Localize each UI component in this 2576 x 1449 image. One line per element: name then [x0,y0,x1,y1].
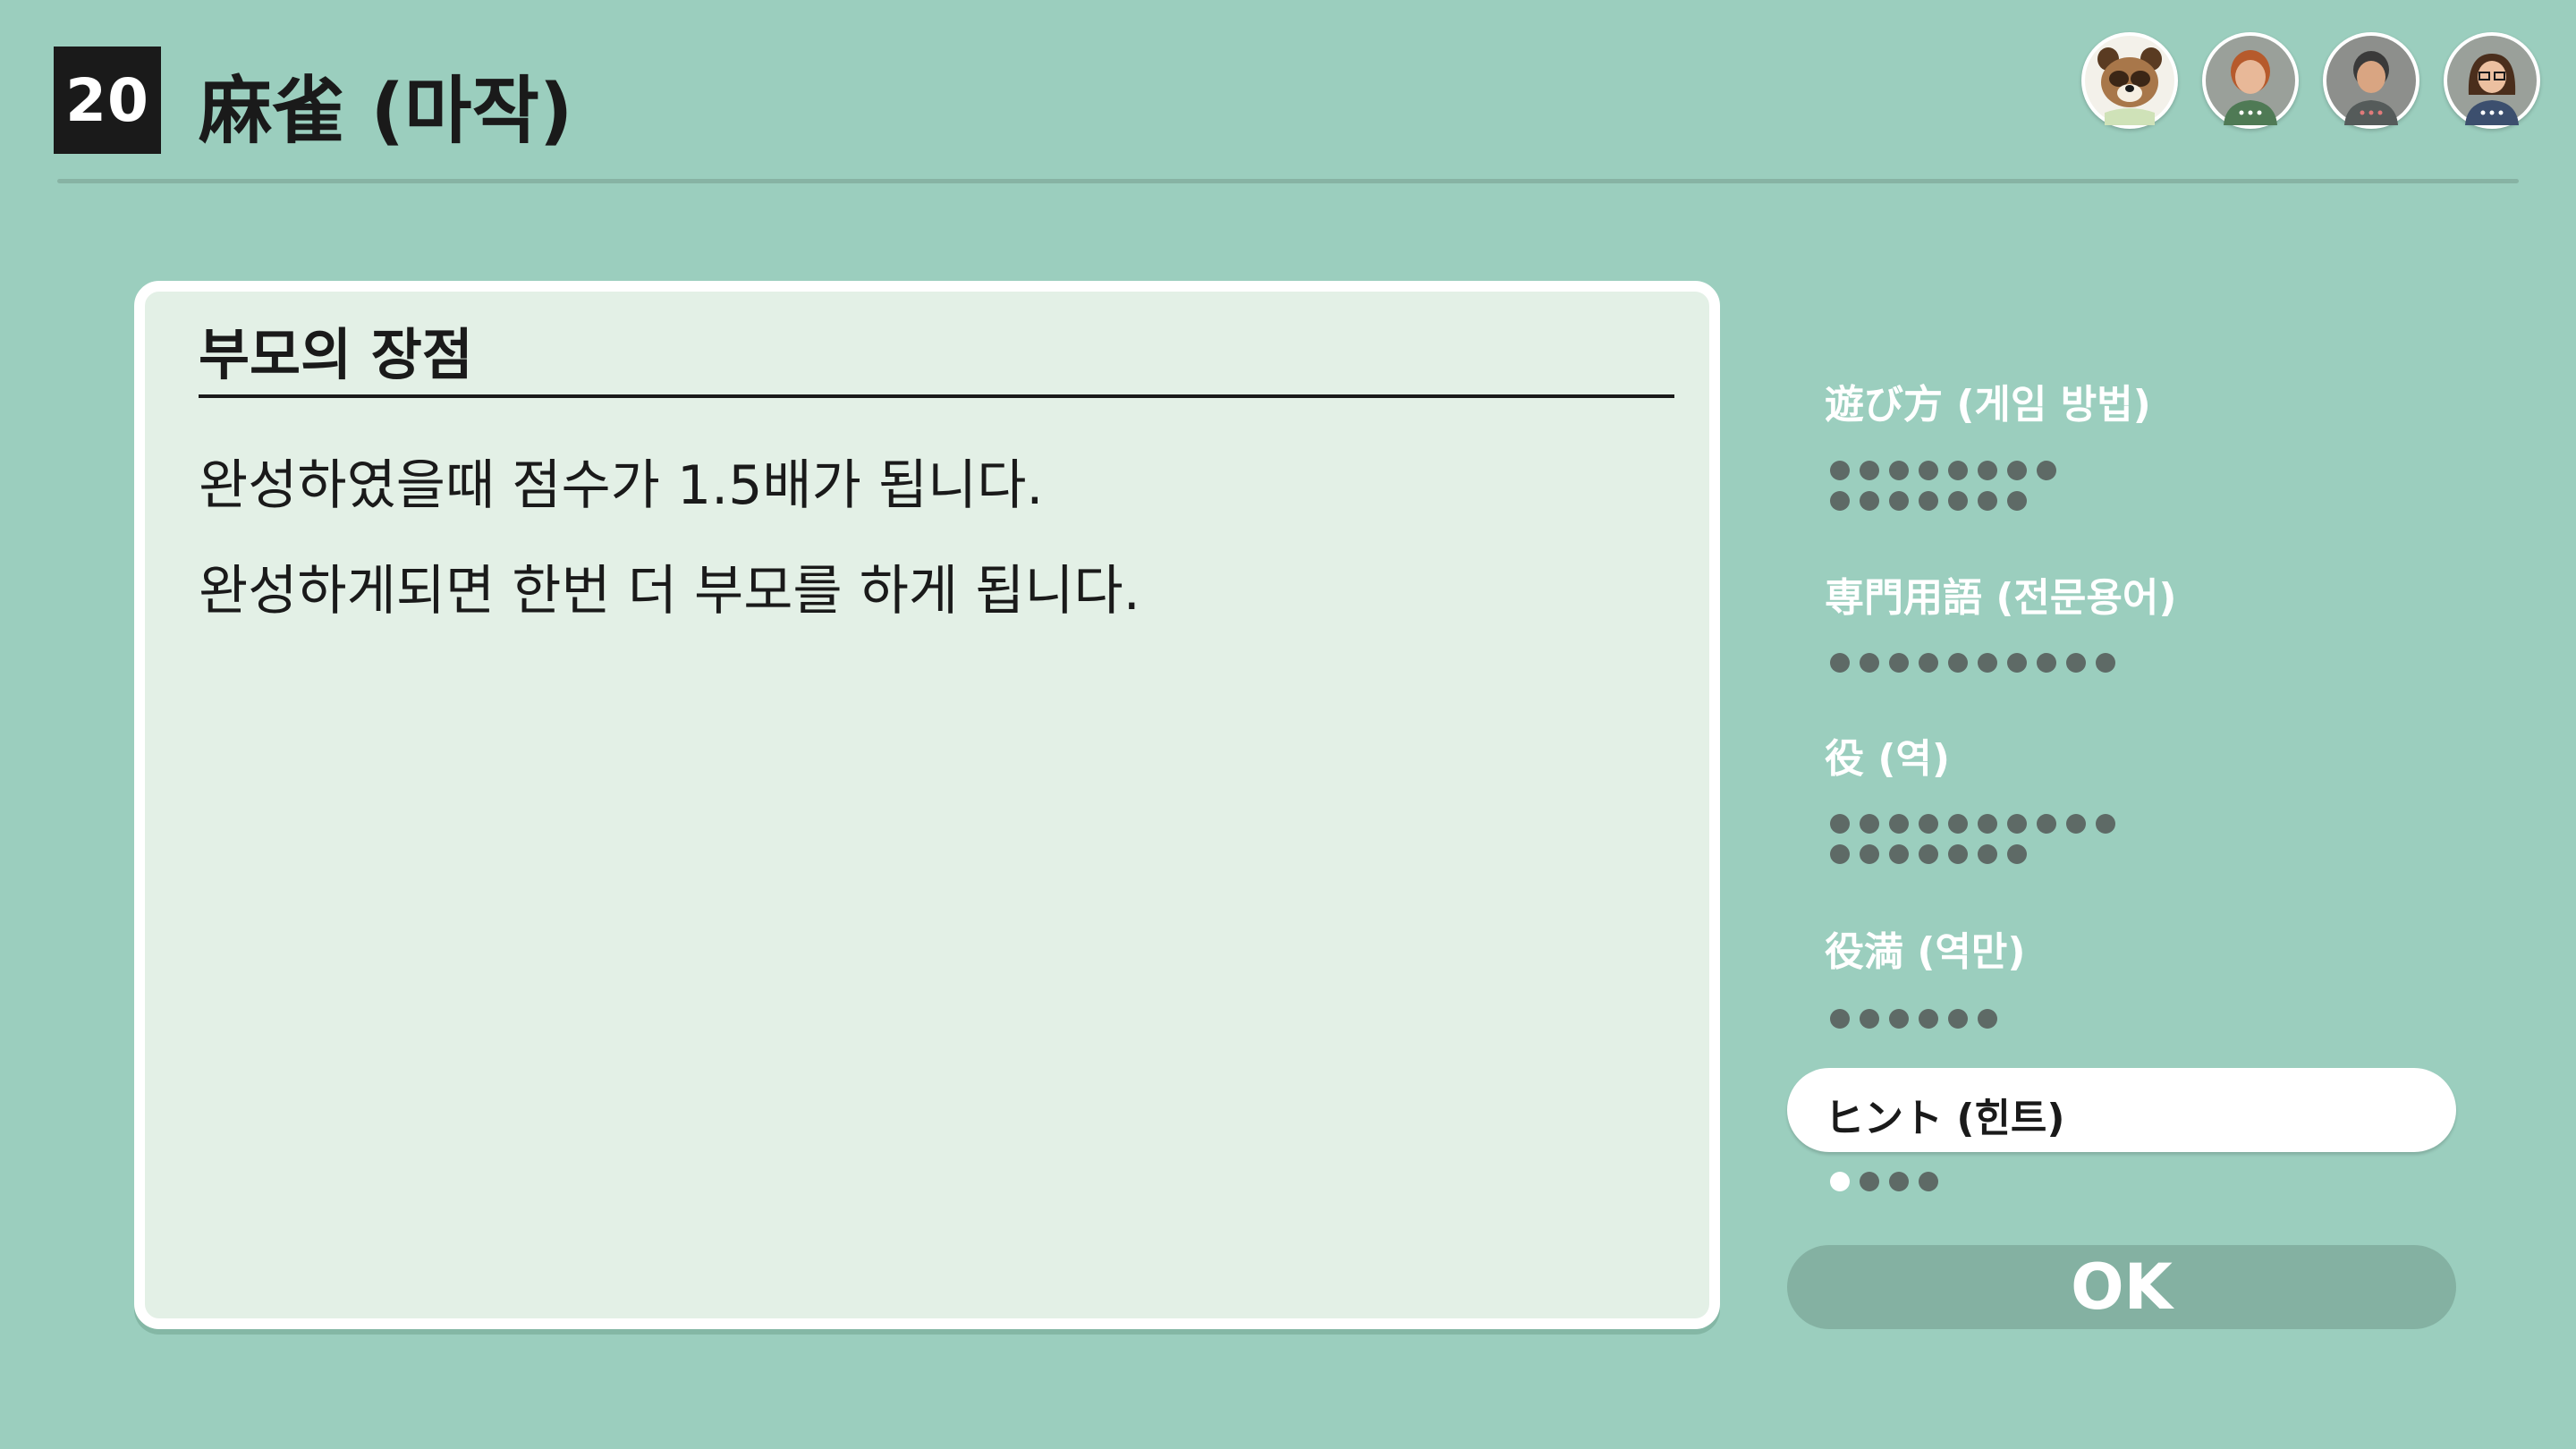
header-divider [57,179,2519,183]
game-title: 麻雀 (마작) [199,68,573,154]
page-dot [1830,814,1850,834]
page-dot [2007,491,2027,511]
page-dot [1919,844,1938,864]
page-dot [2007,461,2027,480]
page-dot [1889,844,1909,864]
page-dot [2037,814,2056,834]
ok-button[interactable]: OK [1787,1245,2456,1329]
page-dot [2096,814,2115,834]
page-dot [1948,653,1968,673]
page-dot [2066,653,2086,673]
tanuki-character-avatar-icon [2081,32,2178,129]
page-dot [2007,844,2027,864]
page-dot [1889,461,1909,480]
page-dot [1860,461,1879,480]
page-dot [2037,461,2056,480]
game-number-badge: 20 [54,47,161,154]
panel-text-line: 완성하게되면 한번 더 부모를 하게 됩니다. [199,560,1140,623]
page-dot [1948,1009,1968,1029]
page-dot [1860,1172,1879,1191]
page-dot [1860,491,1879,511]
page-dots [1830,1172,1948,1191]
page-dots [1830,461,2066,511]
rule-text-panel: 부모의 장점 완성하였을때 점수가 1.5배가 됩니다. 완성하게되면 한번 더… [134,281,1720,1329]
page-dot [1919,491,1938,511]
page-dot [1830,844,1850,864]
page-dot [1978,1009,1997,1029]
page-dot [1948,844,1968,864]
page-dot [1889,1172,1909,1191]
page-dot [1948,491,1968,511]
page-dot [1978,653,1997,673]
page-dots [1830,814,2125,864]
page-dot [2066,814,2086,834]
page-dot [1889,1009,1909,1029]
page-dot [1860,1009,1879,1029]
category-label: ヒント (힌트) [1825,1096,2065,1141]
category-label: 役満 (역만) [1825,929,2026,975]
page-dot [1830,653,1850,673]
category-label: 専門用語 (전문용어) [1825,575,2177,621]
page-dot [1978,814,1997,834]
page-dot [1860,653,1879,673]
page-dot [1830,461,1850,480]
page-dot [1919,653,1938,673]
page-dot [1919,461,1938,480]
page-dot [1860,844,1879,864]
category-label: 遊び方 (게임 방법) [1825,382,2151,428]
page-dot [2096,653,2115,673]
page-dots [1830,1009,2007,1029]
glasses-player-avatar-icon [2444,32,2540,129]
category-label: 役 (역) [1825,736,1951,782]
page-dot [1919,1009,1938,1029]
panel-text-line: 완성하였을때 점수가 1.5배가 됩니다. [199,454,1044,517]
page-dot [1860,814,1879,834]
page-dot [2007,653,2027,673]
page-dot [1830,491,1850,511]
page-dot [1919,814,1938,834]
red-haired-player-avatar-icon [2202,32,2299,129]
page-dot [1889,491,1909,511]
page-dots [1830,653,2125,673]
page-dot [1889,653,1909,673]
page-dot [1978,491,1997,511]
panel-heading: 부모의 장점 [199,322,473,387]
page-dot [2037,653,2056,673]
page-dot [1978,461,1997,480]
gray-player-avatar-icon [2323,32,2419,129]
current-page-dot [1830,1172,1850,1191]
panel-heading-underline [199,394,1674,398]
page-dot [2007,814,2027,834]
page-dot [1919,1172,1938,1191]
page-dot [1830,1009,1850,1029]
page-dot [1948,461,1968,480]
page-dot [1978,844,1997,864]
page-dot [1889,814,1909,834]
page-dot [1948,814,1968,834]
player-avatars [2081,32,2540,129]
